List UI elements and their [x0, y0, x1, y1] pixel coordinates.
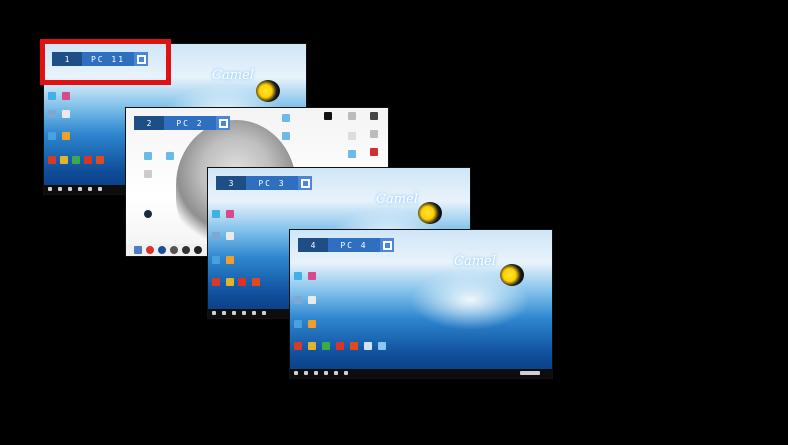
- desktop-icon[interactable]: [226, 256, 234, 264]
- fullscreen-icon[interactable]: [380, 238, 394, 252]
- desktop-icon[interactable]: [308, 296, 316, 304]
- desktop-icon[interactable]: [294, 272, 302, 280]
- desktop-icon[interactable]: [84, 156, 92, 164]
- taskbar: [290, 369, 552, 378]
- taskbar-icon[interactable]: [262, 311, 266, 315]
- desktop-icon[interactable]: [144, 152, 152, 160]
- desktop-icon[interactable]: [60, 156, 68, 164]
- selection-highlight: [40, 39, 171, 85]
- taskbar-icon[interactable]: [78, 187, 82, 191]
- screen-number: 2: [134, 116, 164, 130]
- fish-icon: [256, 80, 280, 102]
- desktop-icon[interactable]: [308, 320, 316, 328]
- taskbar-icon[interactable]: [242, 311, 246, 315]
- desktop-icon[interactable]: [370, 130, 378, 138]
- desktop-icon[interactable]: [212, 210, 220, 218]
- taskbar-icon[interactable]: [146, 246, 154, 254]
- screen-number: 4: [298, 238, 328, 252]
- screen-number: 3: [216, 176, 246, 190]
- taskbar-icon[interactable]: [68, 187, 72, 191]
- desktop-icon[interactable]: [238, 278, 246, 286]
- taskbar-icon[interactable]: [88, 187, 92, 191]
- desktop-icon[interactable]: [226, 278, 234, 286]
- desktop-icon[interactable]: [48, 132, 56, 140]
- desktop-icon[interactable]: [364, 342, 372, 350]
- taskbar-icon[interactable]: [194, 246, 202, 254]
- desktop-icon[interactable]: [62, 132, 70, 140]
- desktop-icon[interactable]: [322, 342, 330, 350]
- taskbar-icon[interactable]: [334, 371, 338, 375]
- desktop-icon[interactable]: [166, 152, 174, 160]
- desktop-icon[interactable]: [348, 112, 356, 120]
- taskbar-icon[interactable]: [158, 246, 166, 254]
- taskbar-icon[interactable]: [58, 187, 62, 191]
- desktop-icon[interactable]: [370, 148, 378, 156]
- desktop-icon[interactable]: [212, 256, 220, 264]
- camel-logo: Camel: [212, 68, 254, 83]
- desktop-icon[interactable]: [212, 232, 220, 240]
- screen-pc-4[interactable]: Camel 4 PC 4: [290, 230, 552, 378]
- fullscreen-icon[interactable]: [298, 176, 312, 190]
- taskbar-icon[interactable]: [324, 371, 328, 375]
- taskbar-icon[interactable]: [182, 246, 190, 254]
- desktop-icon[interactable]: [62, 110, 70, 118]
- multi-screen-wall: { "screens": [ {"number": "1", "name": "…: [0, 0, 788, 445]
- screen-label[interactable]: 2 PC 2: [134, 116, 230, 130]
- desktop-icon[interactable]: [144, 210, 152, 218]
- taskbar-icon[interactable]: [134, 246, 142, 254]
- desktop-icon[interactable]: [282, 132, 290, 140]
- fish-icon: [418, 202, 442, 224]
- screen-label[interactable]: 4 PC 4: [298, 238, 394, 252]
- desktop-icon[interactable]: [348, 132, 356, 140]
- start-icon[interactable]: [212, 311, 216, 315]
- taskbar-icon[interactable]: [314, 371, 318, 375]
- desktop-icon[interactable]: [62, 92, 70, 100]
- camel-logo: Camel: [376, 192, 418, 207]
- taskbar-icon[interactable]: [344, 371, 348, 375]
- screen-name: PC 3: [246, 176, 298, 190]
- desktop-icon[interactable]: [96, 156, 104, 164]
- taskbar-icon[interactable]: [252, 311, 256, 315]
- screen-name: PC 2: [164, 116, 216, 130]
- start-icon[interactable]: [294, 371, 298, 375]
- desktop-icon[interactable]: [294, 342, 302, 350]
- desktop-icon[interactable]: [48, 156, 56, 164]
- desktop-icon[interactable]: [212, 278, 220, 286]
- desktop-icon[interactable]: [378, 342, 386, 350]
- desktop-icon[interactable]: [252, 278, 260, 286]
- desktop-icon[interactable]: [72, 156, 80, 164]
- desktop-icon[interactable]: [350, 342, 358, 350]
- desktop-icon[interactable]: [348, 150, 356, 158]
- desktop-icon[interactable]: [48, 110, 56, 118]
- camel-logo: Camel: [454, 254, 496, 269]
- desktop-icon[interactable]: [282, 114, 290, 122]
- desktop-icon[interactable]: [308, 272, 316, 280]
- system-tray[interactable]: [520, 371, 540, 375]
- desktop-icon[interactable]: [144, 170, 152, 178]
- taskbar-icon[interactable]: [98, 187, 102, 191]
- desktop-icon[interactable]: [370, 112, 378, 120]
- desktop-icon[interactable]: [294, 296, 302, 304]
- taskbar-icon[interactable]: [304, 371, 308, 375]
- taskbar-icon[interactable]: [170, 246, 178, 254]
- desktop-icon[interactable]: [308, 342, 316, 350]
- screen-label[interactable]: 3 PC 3: [216, 176, 312, 190]
- fish-icon: [500, 264, 524, 286]
- desktop-icon[interactable]: [294, 320, 302, 328]
- desktop-icon[interactable]: [48, 92, 56, 100]
- desktop-icon[interactable]: [226, 232, 234, 240]
- desktop-icon[interactable]: [324, 112, 332, 120]
- desktop-icon[interactable]: [226, 210, 234, 218]
- taskbar-icon[interactable]: [222, 311, 226, 315]
- screen-name: PC 4: [328, 238, 380, 252]
- desktop-icon[interactable]: [336, 342, 344, 350]
- start-icon[interactable]: [48, 187, 52, 191]
- taskbar-icon[interactable]: [232, 311, 236, 315]
- fullscreen-icon[interactable]: [216, 116, 230, 130]
